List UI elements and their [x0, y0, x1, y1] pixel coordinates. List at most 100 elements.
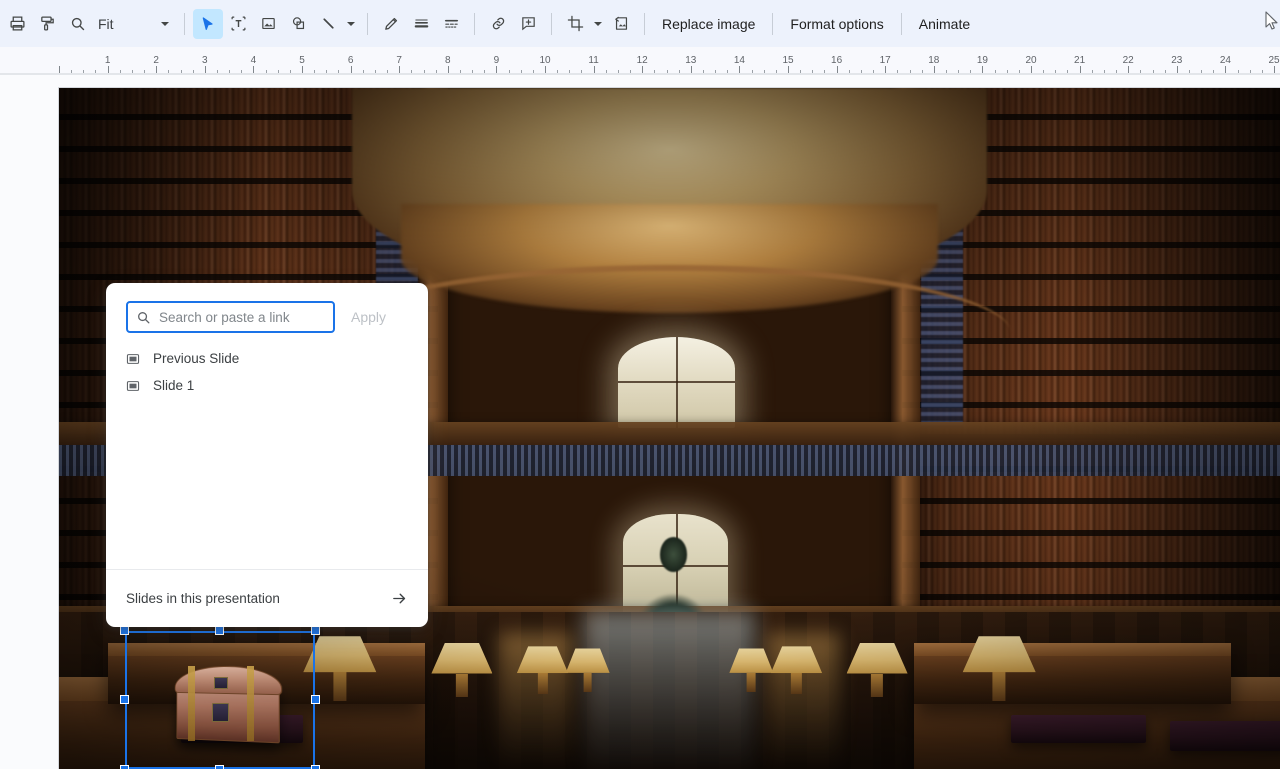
print-icon[interactable] — [2, 9, 32, 39]
lamp-shade — [565, 648, 610, 673]
replace-image-button[interactable]: Replace image — [653, 10, 764, 38]
link-dialog-search-row: Apply — [106, 283, 428, 343]
slides-in-presentation-row[interactable]: Slides in this presentation — [106, 569, 428, 627]
ruler-number: 25 — [1268, 55, 1280, 66]
toolbar-divider — [772, 12, 774, 35]
bench-right-a — [1011, 714, 1146, 744]
search-icon — [136, 310, 151, 325]
comment-icon[interactable] — [513, 9, 543, 39]
paint-format-icon[interactable] — [32, 9, 62, 39]
ruler-number: 23 — [1171, 55, 1183, 66]
ruler-number: 15 — [782, 55, 794, 66]
link-item-previous-slide[interactable]: Previous Slide — [106, 345, 428, 372]
crop-dropdown-caret-icon[interactable] — [590, 9, 606, 39]
ruler-ticks: 1 2 3 4 5 6 7 8 9 10 11 12 13 14 15 16 17 18 19 20 21 22 23 24 2… — [0, 47, 1280, 74]
format-options-button[interactable]: Format options — [781, 10, 892, 38]
insert-link-dialog[interactable]: Apply Previous Slide Slide 1 Slides in t… — [106, 283, 428, 627]
resize-handle-top-center[interactable] — [215, 626, 224, 635]
link-item-label: Slide 1 — [153, 378, 195, 393]
zoom-level-label[interactable]: Fit — [98, 16, 152, 32]
table-lamp-right-0 — [962, 636, 1036, 701]
ruler-number: 13 — [685, 55, 697, 66]
ruler-number: 21 — [1074, 55, 1086, 66]
ruler-number: 6 — [347, 55, 354, 66]
lamp-base — [537, 673, 548, 695]
pencil-icon[interactable] — [376, 9, 406, 39]
lamp-shade — [846, 643, 908, 674]
arrow-right-icon[interactable] — [391, 590, 408, 607]
resize-handle-bottom-left[interactable] — [120, 765, 129, 769]
ruler-number: 17 — [879, 55, 891, 66]
crop-icon[interactable] — [560, 9, 590, 39]
line-dropdown-caret-icon[interactable] — [343, 9, 359, 39]
ruler-number: 18 — [928, 55, 940, 66]
ruler-number: 12 — [636, 55, 648, 66]
link-item-slide-1[interactable]: Slide 1 — [106, 372, 428, 399]
animate-button[interactable]: Animate — [910, 10, 979, 38]
slide-icon — [126, 379, 140, 393]
lamp-base — [791, 673, 802, 695]
line-icon[interactable] — [313, 9, 343, 39]
slides-in-presentation-label: Slides in this presentation — [126, 591, 280, 606]
toolbar: Fit Replace image Format options Animate — [0, 0, 1280, 47]
insert-link-icon[interactable] — [483, 9, 513, 39]
ruler-number: 9 — [493, 55, 500, 66]
shape-icon[interactable] — [283, 9, 313, 39]
window-mullion-horizontal — [618, 380, 736, 383]
resize-handle-bottom-center[interactable] — [215, 765, 224, 769]
mouse-cursor-icon — [1265, 11, 1279, 36]
ruler-number: 10 — [539, 55, 551, 66]
table-lamp-left-1 — [431, 643, 493, 698]
ruler-number: 2 — [153, 55, 159, 66]
bench-right-b — [1170, 721, 1280, 752]
lamp-base — [333, 672, 347, 701]
lamp-shade — [729, 648, 774, 673]
lamp-base — [746, 672, 756, 693]
toolbar-divider — [900, 12, 902, 35]
zoom-dropdown-caret-icon[interactable] — [154, 9, 176, 39]
selected-image-object[interactable] — [120, 626, 320, 769]
ruler-number: 22 — [1122, 55, 1134, 66]
link-search-box[interactable] — [126, 301, 336, 333]
resize-handle-middle-right[interactable] — [311, 695, 320, 704]
lamp-base — [455, 673, 469, 698]
ruler-number: 20 — [1025, 55, 1037, 66]
link-suggestion-list: Previous Slide Slide 1 — [106, 343, 428, 569]
select-cursor-icon[interactable] — [193, 8, 223, 39]
zoom-icon[interactable] — [62, 9, 92, 39]
ruler-number: 24 — [1219, 55, 1231, 66]
ruler-number: 19 — [976, 55, 988, 66]
resize-handle-top-left[interactable] — [120, 626, 129, 635]
selection-frame — [125, 631, 315, 769]
link-item-label: Previous Slide — [153, 351, 240, 366]
resize-handle-middle-left[interactable] — [120, 695, 129, 704]
ruler-number: 16 — [831, 55, 843, 66]
horizontal-ruler[interactable]: 1 2 3 4 5 6 7 8 9 10 11 12 13 14 15 16 17 18 19 20 21 22 23 24 2… — [0, 47, 1280, 75]
ruler-number: 5 — [299, 55, 305, 66]
table-lamp-left-2 — [516, 646, 569, 695]
apply-button[interactable]: Apply — [343, 303, 394, 331]
fountain-finial — [659, 537, 687, 572]
toolbar-divider — [644, 12, 645, 35]
toolbar-divider — [474, 12, 475, 35]
text-box-icon[interactable] — [223, 9, 253, 39]
table-lamp-right-2 — [770, 646, 823, 695]
ruler-number: 1 — [104, 55, 111, 66]
ruler-number: 7 — [396, 55, 402, 66]
line-weight-icon[interactable] — [406, 9, 436, 39]
line-dash-icon[interactable] — [436, 9, 466, 39]
insert-image-icon[interactable] — [253, 9, 283, 39]
mask-image-icon[interactable] — [606, 9, 636, 39]
resize-handle-top-right[interactable] — [311, 626, 320, 635]
resize-handle-bottom-right[interactable] — [311, 765, 320, 769]
link-search-input[interactable] — [159, 309, 336, 325]
toolbar-divider — [367, 12, 368, 35]
ruler-baseline — [0, 73, 1280, 74]
ruler-number: 11 — [588, 55, 599, 66]
table-lamp-right-1 — [846, 643, 908, 698]
toolbar-divider — [184, 12, 185, 35]
ruler-number: 3 — [202, 55, 208, 66]
lamp-shade — [516, 646, 569, 674]
ruler-number: 4 — [250, 55, 257, 66]
table-surface — [913, 643, 1232, 657]
